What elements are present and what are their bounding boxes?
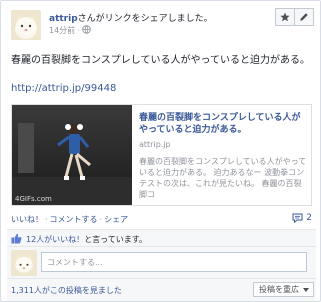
sort-label: 投稿を重広 <box>259 285 299 294</box>
share-action-text: さんがリンクをシェアしました。 <box>77 14 213 24</box>
preview-thumbnail[interactable]: 4GIFs.com <box>12 105 132 205</box>
comment-bubble-icon <box>292 213 303 223</box>
author-name[interactable]: attrip <box>49 14 78 24</box>
edit-button[interactable] <box>294 8 314 26</box>
post-message: 春麗の百裂脚をコンスプレしている人がやっていると迫力がある。 <box>11 55 310 66</box>
comment-link[interactable]: コメントする <box>50 215 98 224</box>
post-meta: 14分前 · <box>49 25 91 36</box>
action-separator: · <box>45 215 48 224</box>
commenter-avatar <box>11 250 37 276</box>
post-header-line: attripさんがリンクをシェアしました。 <box>49 11 213 24</box>
header-buttons <box>275 8 314 26</box>
action-links: いいね！ · コメントする · シェア <box>11 214 128 225</box>
preview-domain: attrip.jp <box>139 140 171 149</box>
star-button[interactable] <box>275 8 295 26</box>
link-preview[interactable]: 4GIFs.com 春麗の百裂脚をコンスプレしている人がやっていると迫力がある。… <box>11 104 312 206</box>
caret-down-icon <box>303 288 309 292</box>
comment-count-value: 2 <box>306 213 312 223</box>
footer-row: 1,311人がこの投稿を見ました 投稿を重広 <box>7 279 316 301</box>
globe-icon[interactable] <box>82 25 91 34</box>
pencil-icon <box>300 13 308 21</box>
preview-description: 春麗の百裂脚をコンスプレしている人がやっていると迫力がある。 迫力あるなー 波動… <box>139 157 307 199</box>
comment-input[interactable]: コメントする... <box>41 252 307 272</box>
comment-row: コメントする... <box>7 247 316 279</box>
like-link[interactable]: いいね！ <box>11 215 43 224</box>
meta-dot: · <box>77 26 80 35</box>
sort-button[interactable]: 投稿を重広 <box>253 282 314 297</box>
thumbs-up-icon <box>11 233 22 244</box>
likes-row: 12人がいいね！と言っています。 <box>7 229 316 247</box>
likes-count-link[interactable]: 12人がいいね！ <box>26 235 84 244</box>
post-time[interactable]: 14分前 <box>49 26 75 35</box>
author-avatar[interactable] <box>11 10 41 40</box>
thumbnail-watermark: 4GIFs.com <box>15 195 52 203</box>
post-link[interactable]: http://attrip.jp/99448 <box>11 83 116 94</box>
share-link[interactable]: シェア <box>104 215 128 224</box>
view-count[interactable]: 1,311人がこの投稿を見ました <box>11 285 122 296</box>
likes-suffix: と言っています。 <box>84 235 147 244</box>
star-icon <box>280 12 290 22</box>
preview-title[interactable]: 春麗の百裂脚をコンスプレしている人がやっていると迫力がある。 <box>139 112 309 136</box>
action-separator: · <box>99 215 103 224</box>
comment-count[interactable]: 2 <box>292 213 312 223</box>
post-card: attripさんがリンクをシェアしました。 14分前 · 春麗の百裂脚をコンスプレ… <box>0 0 321 302</box>
